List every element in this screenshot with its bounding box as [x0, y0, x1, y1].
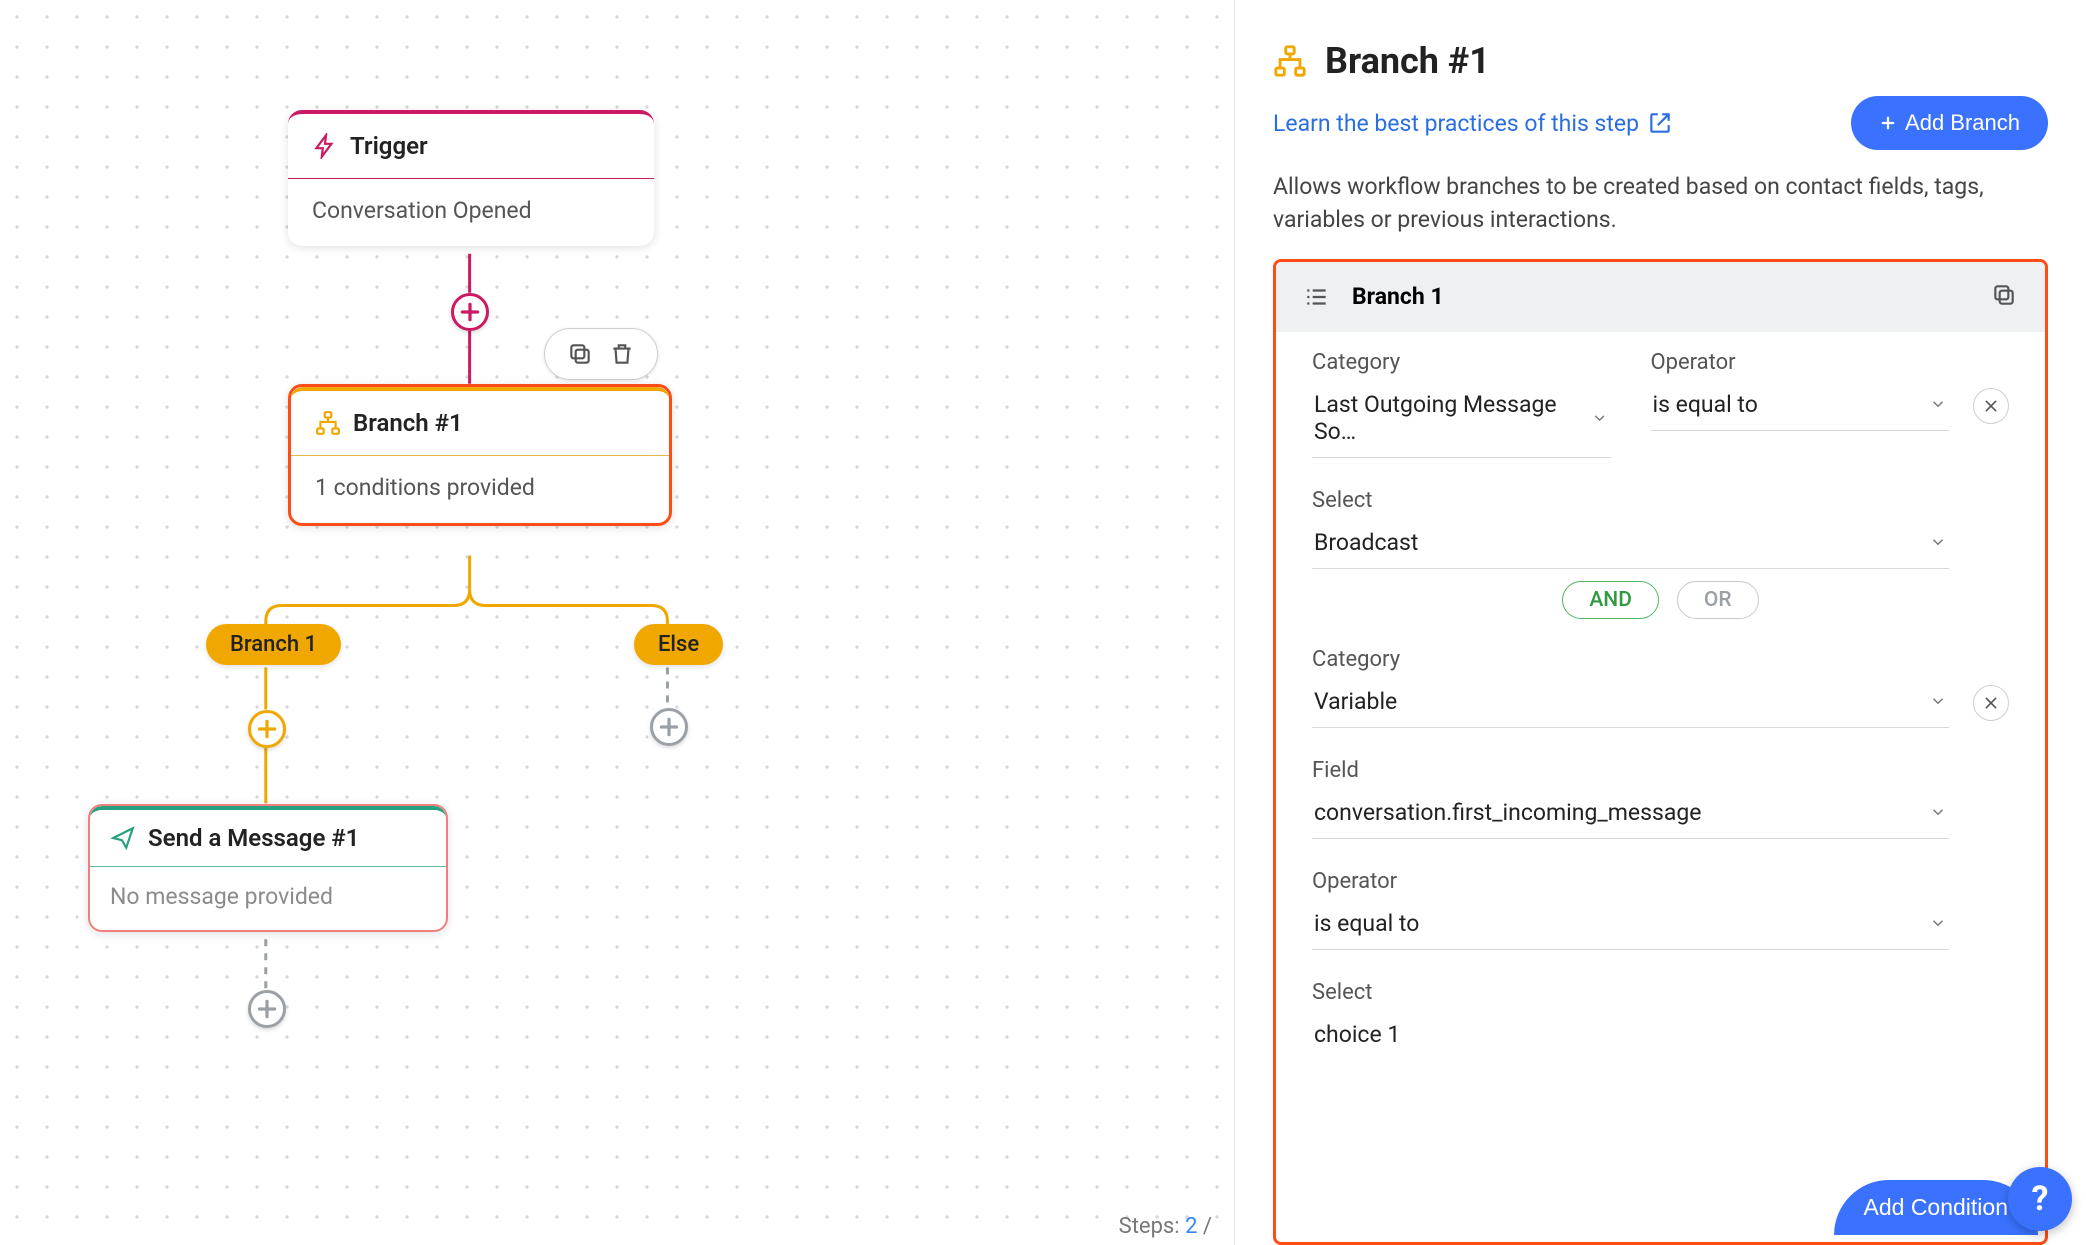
node-trigger[interactable]: Trigger Conversation Opened: [288, 110, 654, 246]
chevron-down-icon: [1929, 914, 1947, 932]
branch-icon: [1273, 44, 1307, 78]
add-branch-button[interactable]: Add Branch: [1851, 96, 2048, 150]
node-trigger-title: Trigger: [350, 132, 428, 160]
close-icon: [1983, 398, 1999, 414]
delete-node-button[interactable]: [601, 335, 643, 373]
cond1-value-select[interactable]: Broadcast: [1312, 519, 1949, 569]
cond2-select-label: Select: [1312, 980, 1949, 1005]
cond2-operator-select[interactable]: is equal to: [1312, 900, 1949, 950]
cond1-operator-select[interactable]: is equal to: [1651, 381, 1950, 431]
chevron-down-icon: [1929, 395, 1947, 413]
chevron-down-icon: [1929, 533, 1947, 551]
chevron-down-icon: [1929, 803, 1947, 821]
send-icon: [110, 825, 136, 851]
duplicate-node-button[interactable]: [559, 335, 601, 373]
reorder-icon[interactable]: [1304, 284, 1330, 310]
add-step-after-send[interactable]: [248, 990, 286, 1028]
logic-and-chip[interactable]: AND: [1562, 581, 1659, 619]
node-trigger-body: Conversation Opened: [288, 179, 654, 246]
cond2-category-label: Category: [1312, 647, 1949, 672]
trash-icon: [609, 341, 635, 367]
cond2-value-select[interactable]: choice 1: [1312, 1011, 1949, 1060]
branch-pill-else[interactable]: Else: [634, 624, 723, 665]
branch-icon: [315, 410, 341, 436]
node-branch[interactable]: Branch #1 1 conditions provided: [288, 384, 672, 526]
copy-icon: [1991, 282, 2017, 308]
node-send-title: Send a Message #1: [148, 824, 359, 852]
workflow-canvas[interactable]: Trigger Conversation Opened Branch #1: [0, 0, 1235, 1245]
plus-icon: [656, 714, 682, 740]
condition-2: Category Variable Field conversation.fir…: [1312, 647, 2009, 1060]
cond2-category-select[interactable]: Variable: [1312, 678, 1949, 728]
plus-icon: [254, 716, 280, 742]
add-condition-button[interactable]: Add Condition: [1834, 1180, 2039, 1235]
external-link-icon: [1647, 110, 1673, 136]
copy-icon: [567, 341, 593, 367]
chevron-down-icon: [1591, 409, 1608, 427]
plus-icon: [1879, 114, 1897, 132]
cond1-category-select[interactable]: Last Outgoing Message So…: [1312, 381, 1611, 458]
chevron-down-icon: [1929, 692, 1947, 710]
steps-counter: Steps: 2 /: [1119, 1214, 1212, 1239]
question-icon: ?: [2032, 1179, 2049, 1219]
node-branch-body: 1 conditions provided: [291, 456, 669, 523]
condition-1: Category Last Outgoing Message So… Opera…: [1312, 350, 2009, 569]
duplicate-branch-button[interactable]: [1991, 282, 2017, 312]
add-step-after-trigger[interactable]: [451, 293, 489, 331]
node-send-body: No message provided: [90, 867, 446, 930]
branch-pill-branch1[interactable]: Branch 1: [206, 624, 341, 665]
remove-condition-1[interactable]: [1973, 388, 2009, 424]
node-branch-title: Branch #1: [353, 409, 463, 437]
bolt-icon: [312, 133, 338, 159]
sidebar-description: Allows workflow branches to be created b…: [1273, 170, 2048, 237]
step-settings-sidebar: Branch #1 Learn the best practices of th…: [1235, 0, 2086, 1245]
cond1-select-label: Select: [1312, 488, 1949, 513]
add-step-else[interactable]: [650, 708, 688, 746]
sidebar-title: Branch #1: [1325, 40, 1490, 82]
plus-icon: [457, 299, 483, 325]
node-toolbar: [544, 328, 658, 380]
learn-best-practices-link[interactable]: Learn the best practices of this step: [1273, 110, 1673, 137]
help-button[interactable]: ?: [2008, 1167, 2072, 1231]
cond2-field-label: Field: [1312, 758, 1949, 783]
cond1-operator-label: Operator: [1651, 350, 1950, 375]
cond2-operator-label: Operator: [1312, 869, 1949, 894]
cond2-field-select[interactable]: conversation.first_incoming_message: [1312, 789, 1949, 839]
branch-name: Branch 1: [1352, 283, 1444, 310]
logic-or-chip[interactable]: OR: [1677, 581, 1759, 619]
branch-conditions-panel: Branch 1 Category Last O: [1273, 259, 2048, 1245]
close-icon: [1983, 695, 1999, 711]
remove-condition-2[interactable]: [1973, 685, 2009, 721]
add-step-branch1[interactable]: [248, 710, 286, 748]
plus-icon: [254, 996, 280, 1022]
cond1-category-label: Category: [1312, 350, 1611, 375]
node-send-message[interactable]: Send a Message #1 No message provided: [88, 804, 448, 932]
